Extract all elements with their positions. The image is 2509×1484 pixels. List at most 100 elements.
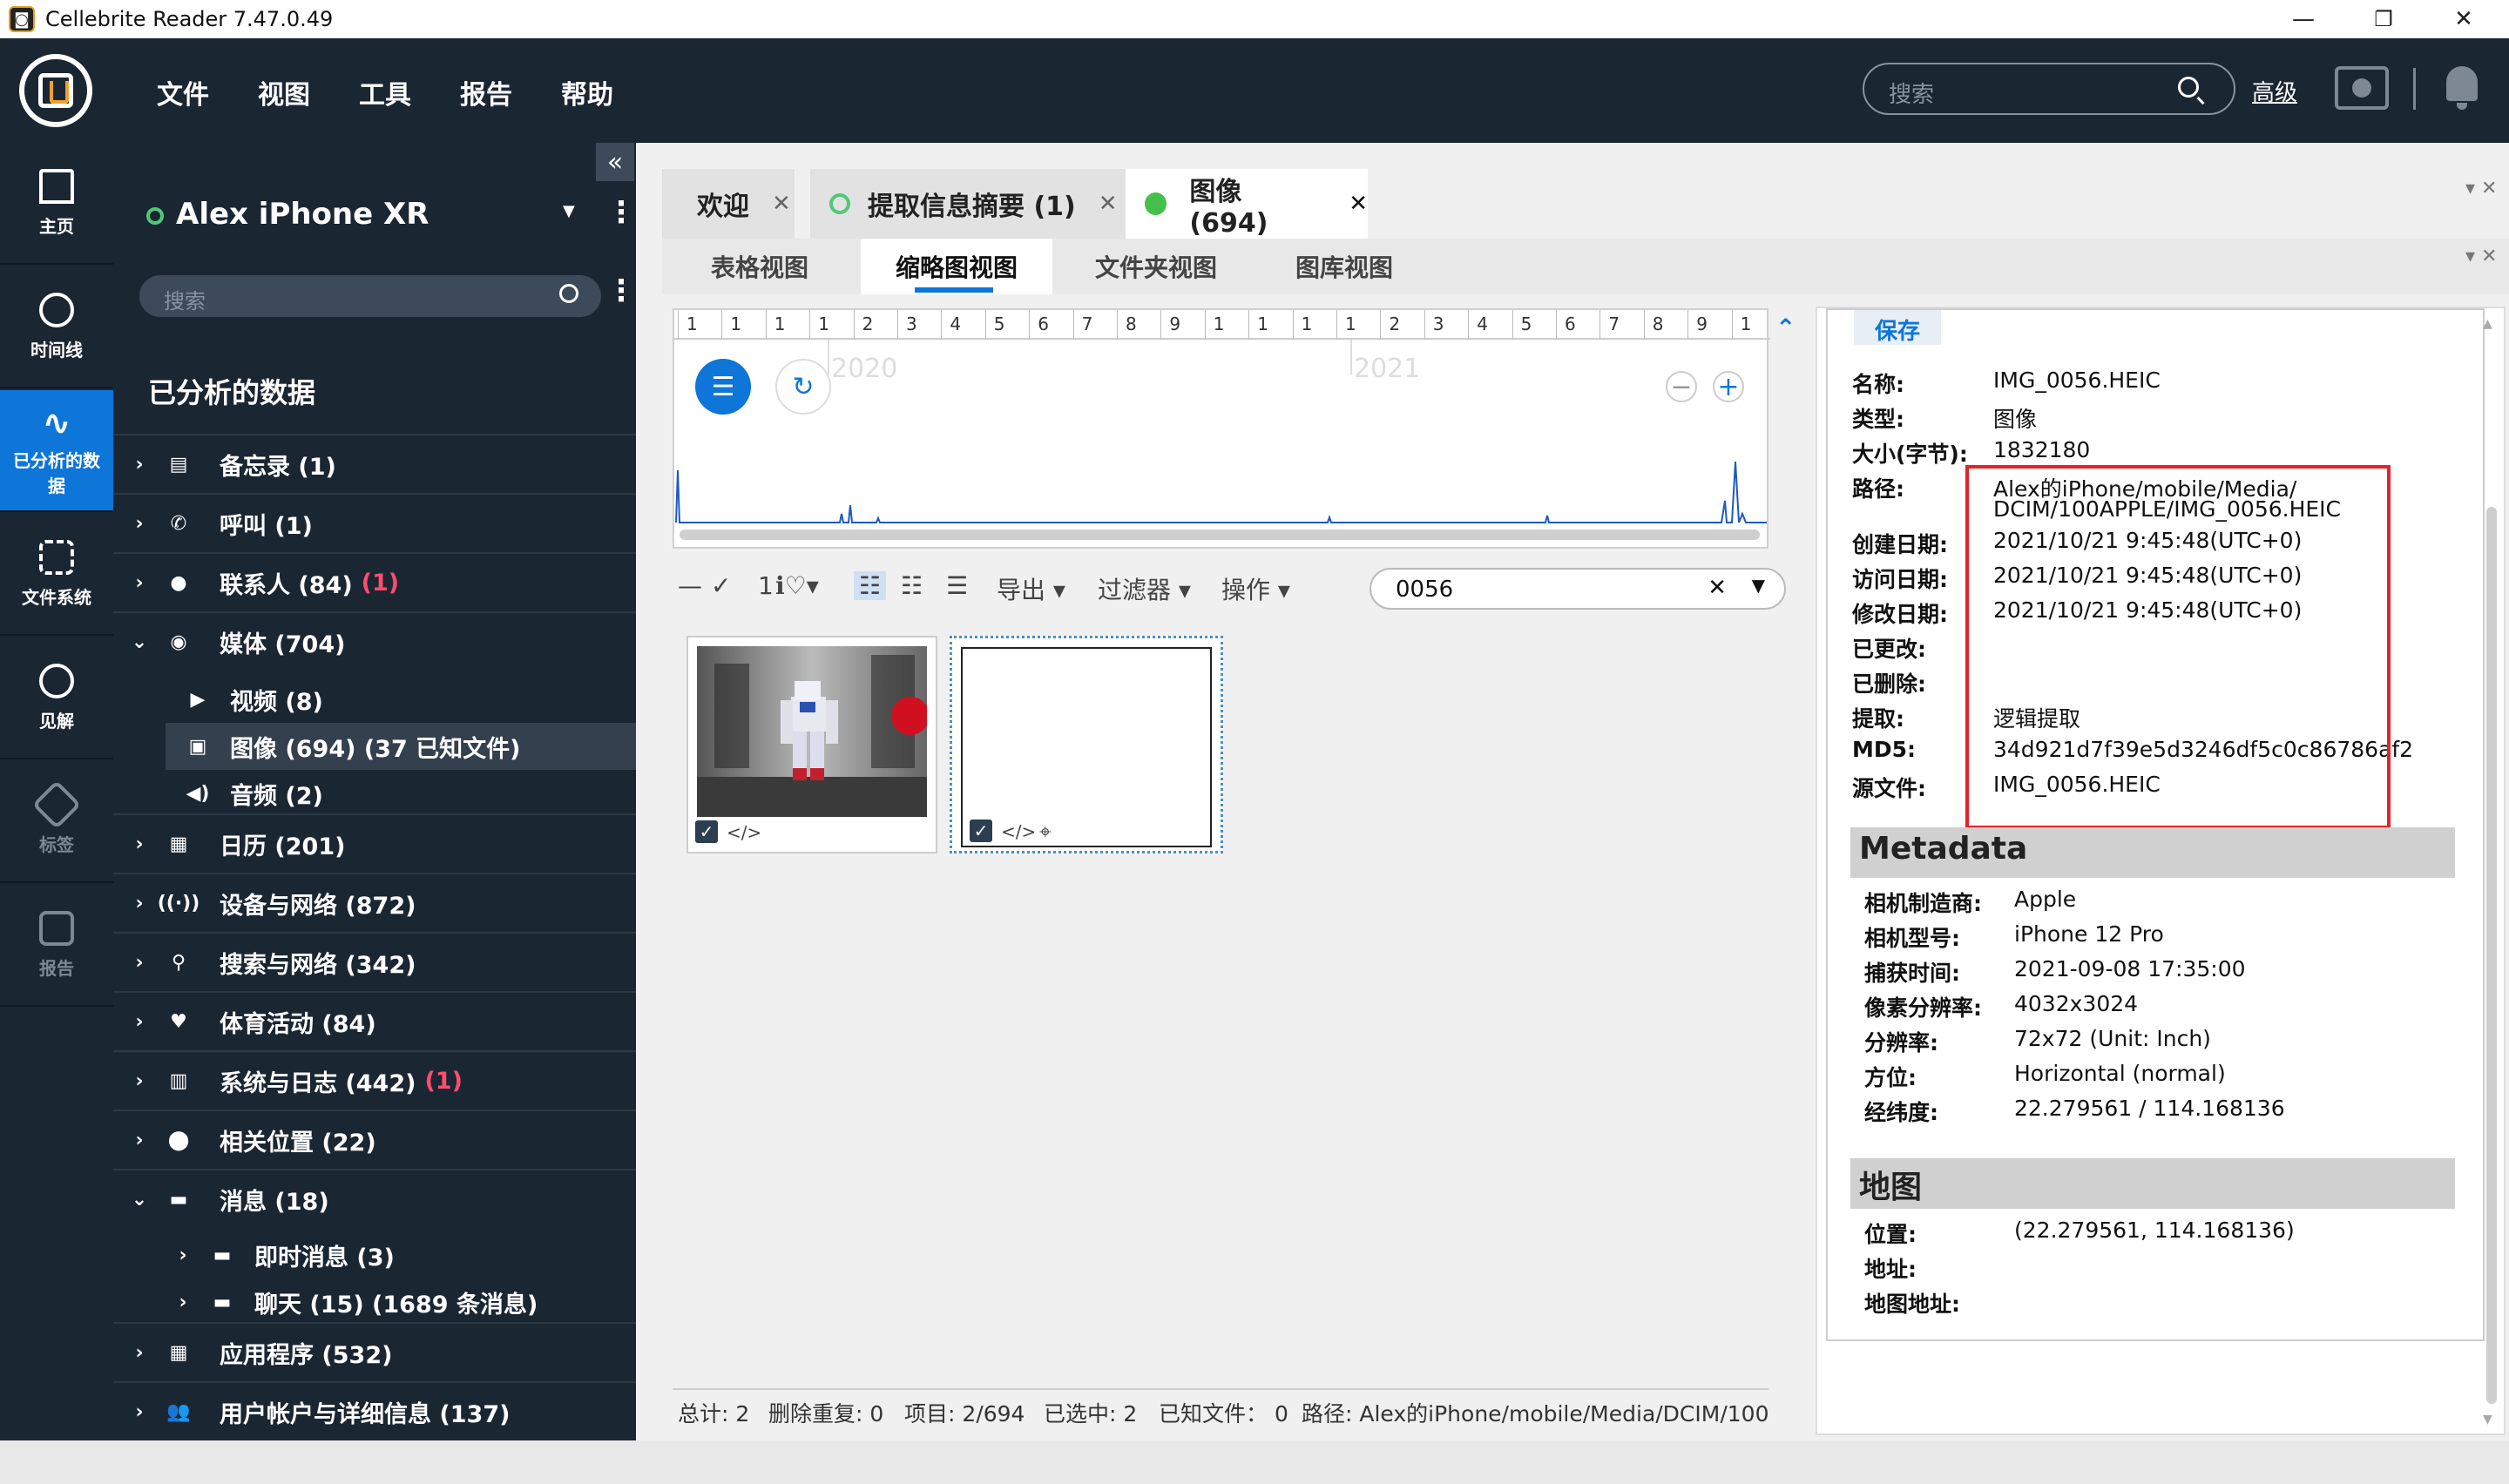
chevron-down-icon[interactable]: ⌄ [113,631,166,653]
chevron-right-icon[interactable]: › [113,1070,166,1092]
chevron-right-icon[interactable]: › [113,1401,166,1423]
device-name[interactable]: Alex iPhone XR [176,197,429,232]
tree-item[interactable]: › ♥ 体育活动 (84) [113,991,636,1050]
filter-dropdown-icon[interactable]: ▼ [1752,575,1765,596]
chevron-right-icon[interactable]: › [113,952,166,974]
tab-extraction-summary[interactable]: 提取信息摘要 (1) ✕ [810,169,1138,239]
tree-item[interactable]: ◀) 音频 (2) [166,770,636,817]
advanced-search-link[interactable]: 高级 [2252,75,2297,107]
thumbnail-checkbox[interactable]: ✓ [970,820,992,842]
close-tab-icon[interactable]: ✕ [1349,191,1368,217]
tree-item[interactable]: › ▦ 日历 (201) [113,813,636,873]
tree-item[interactable]: › ((·)) 设备与网络 (872) [113,873,636,932]
menu-view[interactable]: 视图 [258,73,310,111]
chevron-right-icon[interactable]: › [113,513,166,535]
detail-value[interactable]: IMG_0056.HEIC [1993,368,2161,393]
code-icon[interactable]: </> [1001,821,1036,842]
nav-timeline[interactable]: 时间线 [0,266,113,388]
detail-value[interactable]: Apple [2014,887,2076,912]
thumbnail-item[interactable]: ✓ </> [686,636,937,853]
menu-report[interactable]: 报告 [460,73,512,111]
nav-analyzed-data[interactable]: ∿ 已分析的数据 [0,390,113,512]
filter-menu[interactable]: 过滤器 ▾ [1098,571,1191,606]
search-icon[interactable] [559,284,578,303]
tab-welcome[interactable]: 欢迎 ✕ [662,169,795,239]
menu-help[interactable]: 帮助 [561,73,613,111]
search-icon[interactable] [2178,77,2199,98]
check-all-icon[interactable]: ✓ [711,571,731,600]
device-menu-icon[interactable]: ⋮ [606,195,636,230]
detail-value[interactable]: 4032x3024 [2014,991,2138,1016]
nav-home[interactable]: 主页 [0,143,113,265]
detail-value[interactable]: 图像 [1993,402,2037,434]
notification-bell-icon[interactable] [2446,66,2478,110]
detail-value[interactable]: Horizontal (normal) [2014,1061,2226,1086]
chevron-down-icon[interactable]: ⌄ [113,1189,166,1211]
chevron-right-icon[interactable]: › [166,1245,200,1266]
thumbnail-checkbox[interactable]: ✓ [695,820,718,843]
nav-filesystem[interactable]: 文件系统 [0,514,113,636]
location-pin-icon[interactable]: ⌖ [1039,820,1052,844]
scrollbar-thumb[interactable] [2486,507,2497,1404]
detail-value[interactable]: 72x72 (Unit: Inch) [2014,1026,2211,1051]
chevron-right-icon[interactable]: › [113,1130,166,1151]
detail-value[interactable]: iPhone 12 Pro [2014,921,2164,947]
tree-menu-icon[interactable]: ⋮ [606,273,636,308]
scroll-down-icon[interactable]: ▼ [2483,1413,2492,1427]
close-tab-icon[interactable]: ✕ [772,191,791,217]
subtab-folder-view[interactable]: 文件夹视图 [1065,239,1248,294]
tab-images[interactable]: 图像 (694) ✕ [1126,169,1368,239]
tree-item[interactable]: › ✆ 呼叫 (1) [113,493,636,552]
scroll-up-icon[interactable]: ▲ [2483,317,2492,331]
collapse-timeline-icon[interactable]: ⌃ [1775,314,1796,342]
chevron-right-icon[interactable]: › [113,1342,166,1364]
detail-value[interactable]: 2021-09-08 17:35:00 [2014,956,2246,981]
detail-value[interactable]: 22.279561 / 114.168136 [2014,1096,2285,1121]
timeline-scrollbar[interactable] [680,530,1760,540]
export-menu[interactable]: 导出 ▾ [997,571,1065,606]
code-icon[interactable]: </> [727,822,761,843]
nav-tags[interactable]: 标签 [0,761,113,883]
subtab-table-view[interactable]: 表格视图 [673,239,847,294]
tree-item[interactable]: › ⬤ 相关位置 (22) [113,1110,636,1169]
tabs-dropdown-icon[interactable]: ▾ ✕ [2465,178,2497,199]
global-search-input[interactable]: 搜索 [1863,63,2235,115]
tree-item[interactable]: ⌄ ▬ 消息 (18) [113,1169,636,1228]
minimize-button[interactable]: — [2263,0,2343,38]
screenshot-camera-icon[interactable] [2335,66,2389,110]
detail-value[interactable]: (22.279561, 114.168136) [2014,1218,2295,1243]
tree-item[interactable]: › ▤ 备忘录 (1) [113,434,636,493]
timeline-chart[interactable]: 1111234567891111234567891 2020 2021 ☰ ↻ … [673,308,1770,549]
device-dropdown-icon[interactable]: ▼ [563,202,575,220]
chevron-right-icon[interactable]: › [113,572,166,594]
menu-tools[interactable]: 工具 [359,73,411,111]
multi-check-icon[interactable]: ☷ [901,571,923,600]
close-window-button[interactable]: ✕ [2424,0,2504,38]
clear-filter-icon[interactable]: ✕ [1708,575,1727,601]
subtab-gallery-view[interactable]: 图库视图 [1253,239,1436,294]
save-button[interactable]: 保存 [1854,310,1941,345]
tree-item[interactable]: › 👥 用户帐户与详细信息 (137) [113,1381,636,1440]
subtab-thumbnail-view[interactable]: 缩略图视图 [861,239,1052,294]
list-view-icon[interactable]: ☰ [946,571,968,600]
tree-item[interactable]: › ▬ 即时消息 (3) [166,1231,636,1278]
close-tab-icon[interactable]: ✕ [1099,191,1118,217]
maximize-button[interactable]: ❐ [2343,0,2424,38]
chevron-right-icon[interactable]: › [113,833,166,855]
thumbnail-item-selected[interactable]: ✓ </> ⌖ [950,636,1223,853]
filter-input[interactable]: 0056 ✕ ▼ [1369,568,1786,610]
details-scrollbar[interactable]: ▲ ▼ [2479,307,2506,1435]
tree-search-input[interactable]: 搜索 [139,275,601,317]
tree-item[interactable]: › ▬ 聊天 (15) (1689 条消息) [166,1278,636,1325]
detail-value[interactable]: 1832180 [1993,437,2090,462]
subtabs-dropdown-icon[interactable]: ▾ ✕ [2465,246,2497,267]
chevron-right-icon[interactable]: › [113,454,166,476]
tree-item[interactable]: › ● 联系人 (84) (1) [113,552,636,611]
tag-selection-icon[interactable]: ℹ♡▾ [775,571,819,600]
menu-file[interactable]: 文件 [157,73,209,111]
tree-item[interactable]: › ▥ 系统与日志 (442) (1) [113,1050,636,1110]
chevron-right-icon[interactable]: › [166,1292,200,1313]
nav-insights[interactable]: 见解 [0,637,113,759]
tree-item[interactable]: ▣ 图像 (694) (37 已知文件) [166,723,636,770]
tree-item[interactable]: ⌄ ◉ 媒体 (704) [113,611,636,671]
